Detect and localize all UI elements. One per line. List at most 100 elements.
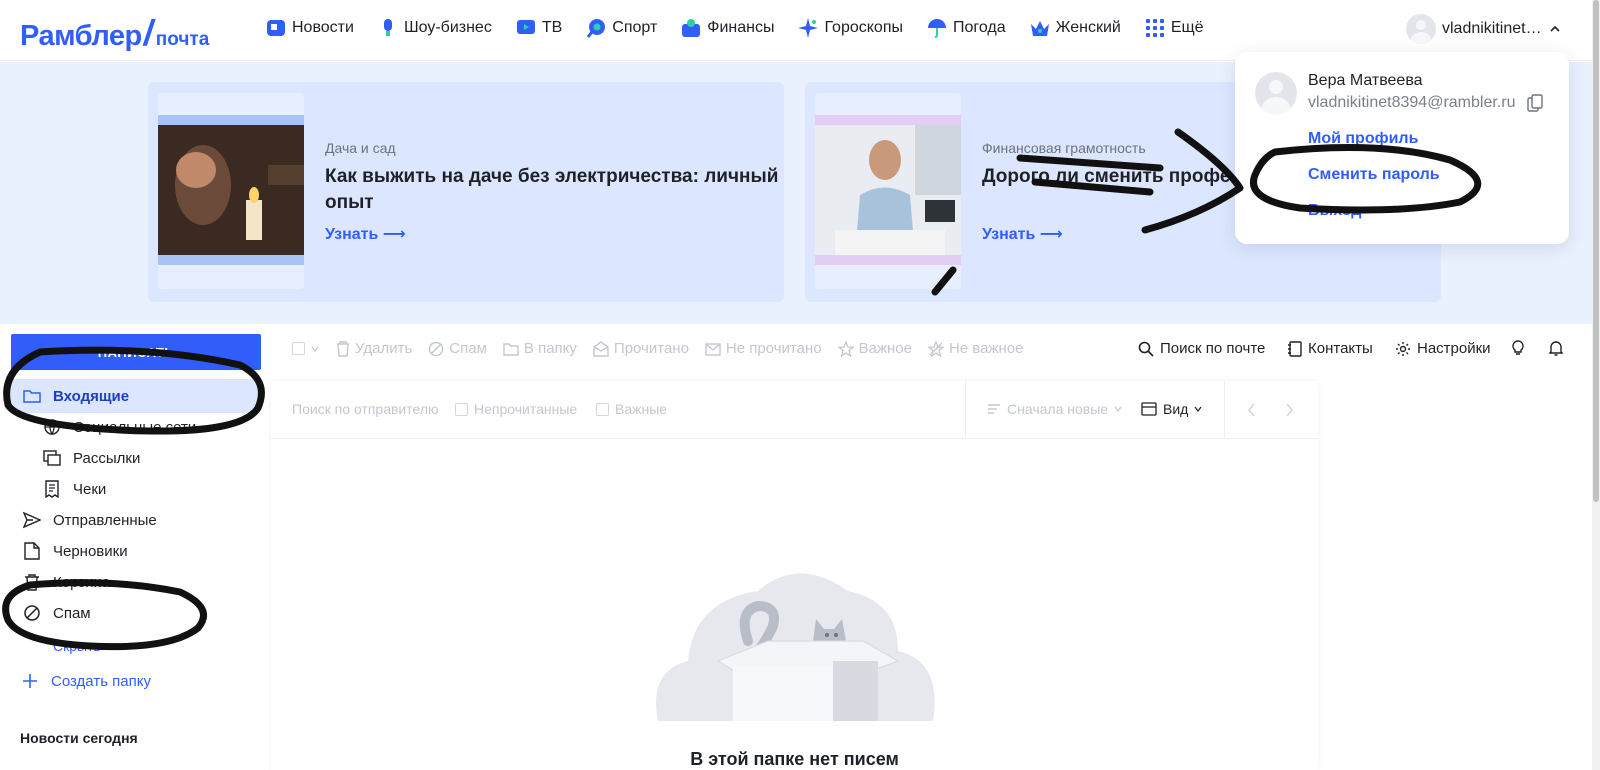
settings-label: Настройки [1417, 340, 1491, 357]
nav-showbiz[interactable]: Шоу-бизнес [378, 18, 492, 38]
search-mail-button[interactable]: Поиск по почте [1138, 340, 1265, 357]
sidebar-item-trash[interactable]: Корзина [23, 573, 110, 591]
promo-title[interactable]: Дорого ли сменить профессию: окупаемость… [982, 164, 1232, 190]
lightbulb-icon [1512, 340, 1524, 355]
sidebar-item-sent[interactable]: Отправленные [23, 511, 157, 529]
chevron-right-icon[interactable] [1284, 403, 1294, 417]
promo-image-student [815, 115, 961, 265]
nav-womens[interactable]: Женский [1030, 18, 1121, 38]
view-icon [1141, 402, 1157, 416]
promo-category: Дача и сад [325, 140, 396, 156]
star-off-icon [927, 340, 944, 357]
envelope-icon [705, 342, 721, 356]
sidebar-item-label: Отправленные [53, 511, 157, 529]
nav-weather[interactable]: Погода [927, 18, 1006, 38]
nav-news-label: Новости [292, 19, 354, 36]
select-all-checkbox[interactable] [292, 342, 320, 355]
send-icon [23, 511, 41, 529]
user-menu-toggle[interactable]: vladnikitinet… [1406, 14, 1562, 44]
sidebar-item-inbox[interactable]: Входящие [11, 379, 261, 413]
mark-read-button[interactable]: Прочитано [593, 340, 689, 357]
nav-womens-label: Женский [1055, 19, 1121, 36]
sort-label: Сначала новые [1007, 401, 1109, 417]
chevron-down-icon [311, 346, 319, 352]
nav-weather-label: Погода [952, 19, 1006, 36]
my-profile-link[interactable]: Мой профиль [1308, 130, 1418, 148]
draft-icon [24, 542, 40, 560]
newsletters-icon [43, 450, 61, 466]
compose-button[interactable]: НАПИСАТЬ [11, 334, 261, 370]
sidebar-item-social[interactable]: Социальные сети [43, 418, 196, 436]
settings-button[interactable]: Настройки [1395, 340, 1491, 357]
spam-icon [24, 605, 40, 621]
copy-icon[interactable] [1527, 94, 1543, 112]
nav-news[interactable]: Новости [266, 18, 354, 38]
sidebar-item-label: Входящие [53, 387, 130, 405]
notifications-button[interactable] [1549, 340, 1563, 356]
trash-icon [25, 574, 39, 591]
chevron-down-icon [1194, 406, 1202, 412]
top-nav: Новости Шоу-бизнес ТВ Спорт Финансы Горо… [266, 18, 1204, 38]
promo-more-link[interactable]: Узнать ⟶ [325, 224, 406, 244]
view-dropdown[interactable]: Вид [1141, 401, 1202, 417]
filter-important[interactable]: Важные [596, 401, 667, 417]
nav-finance-label: Финансы [707, 19, 775, 36]
umbrella-icon [927, 19, 946, 38]
chevron-left-icon[interactable] [1247, 403, 1257, 417]
trash-icon [337, 340, 349, 357]
promo-card[interactable]: Дача и сад Как выжить на даче без электр… [148, 82, 784, 302]
sidebar-item-newsletters[interactable]: Рассылки [43, 449, 140, 467]
spam-button[interactable]: Спам [428, 340, 487, 357]
logo-slash: / [140, 12, 157, 53]
mark-unread-button[interactable]: Не прочитано [705, 340, 822, 357]
mark-not-important-label: Не важное [948, 340, 1024, 357]
logout-link[interactable]: Выход [1308, 202, 1361, 220]
sidebar-hide-toggle[interactable]: Скрыть [53, 638, 115, 654]
nav-sport[interactable]: Спорт [586, 18, 657, 38]
gear-icon [1396, 341, 1410, 356]
nav-horoscopes[interactable]: Гороскопы [798, 18, 903, 38]
spam-label: Спам [449, 340, 487, 357]
star-icon [798, 18, 819, 38]
sender-search-input[interactable]: Поиск по отправителю [292, 401, 439, 417]
change-password-link[interactable]: Сменить пароль [1308, 166, 1440, 184]
sidebar-item-label: Черновики [53, 542, 128, 560]
sort-icon [988, 404, 1000, 414]
rambler-mail-logo[interactable]: Рамблер / почта [20, 12, 209, 54]
move-to-folder-button[interactable]: В папку [503, 340, 577, 357]
nav-tv[interactable]: ТВ [516, 18, 562, 38]
promo-more-link[interactable]: Узнать ⟶ [982, 224, 1063, 244]
checkbox-icon [292, 342, 305, 355]
nav-more[interactable]: Ещё [1145, 18, 1204, 38]
delete-button[interactable]: Удалить [336, 340, 412, 357]
page-scrollbar[interactable] [1592, 0, 1600, 770]
filter-important-label: Важные [615, 401, 668, 417]
tips-button[interactable] [1511, 340, 1525, 356]
sidebar-item-label: Спам [53, 604, 91, 622]
mark-not-important-button[interactable]: Не важное [927, 340, 1024, 357]
contacts-button[interactable]: Контакты [1288, 340, 1373, 357]
divider [965, 381, 966, 439]
sidebar-item-drafts[interactable]: Черновики [23, 542, 128, 560]
checkbox-icon [596, 402, 609, 416]
empty-box-cat-illustration [656, 573, 935, 721]
promo-title[interactable]: Как выжить на даче без электричества: ли… [325, 164, 780, 216]
tv-icon [516, 20, 535, 34]
nav-finance[interactable]: Финансы [681, 18, 774, 38]
search-icon [1138, 341, 1154, 357]
sidebar-item-spam[interactable]: Спам [23, 604, 91, 622]
receipt-icon [45, 480, 59, 498]
mark-important-button[interactable]: Важное [837, 340, 912, 357]
globe-icon [44, 419, 60, 436]
filter-unread[interactable]: Непрочитанные [455, 401, 577, 417]
sort-dropdown[interactable]: Сначала новые [987, 401, 1122, 417]
scrollbar-thumb[interactable] [1593, 0, 1599, 502]
chevron-down-icon [1114, 406, 1122, 412]
sidebar-item-label: Корзина [53, 573, 111, 591]
mail-list-panel: Поиск по отправителю Непрочитанные Важны… [271, 381, 1318, 770]
view-label: Вид [1163, 401, 1189, 417]
create-folder-button[interactable]: Создать папку [21, 672, 151, 690]
promo-category: Финансовая грамотность [982, 140, 1146, 156]
move-to-folder-label: В папку [523, 340, 577, 357]
sidebar-item-receipts[interactable]: Чеки [43, 480, 106, 498]
